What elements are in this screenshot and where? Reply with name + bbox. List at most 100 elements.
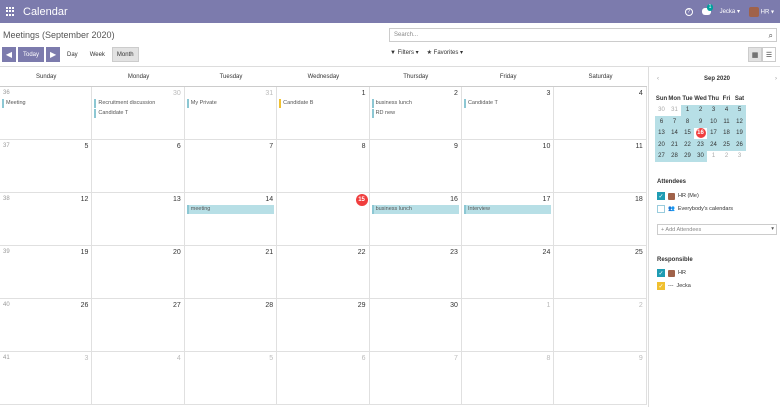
day-cell[interactable]: 8	[461, 352, 555, 405]
favorites-button[interactable]: ★ Favorites ▾	[427, 49, 463, 56]
day-cell[interactable]: 8	[277, 140, 370, 193]
day-cell[interactable]: 27	[92, 299, 185, 352]
day-cell[interactable]: 17 Interview	[461, 193, 555, 246]
day-cell[interactable]: 21	[184, 246, 278, 299]
help-icon[interactable]: ?	[684, 7, 693, 16]
day-button[interactable]: Day	[62, 47, 83, 62]
day-cell[interactable]: 23	[369, 246, 462, 299]
mini-day[interactable]: 21	[668, 139, 681, 151]
mini-day[interactable]: 20	[655, 139, 668, 151]
mini-day[interactable]: 28	[668, 150, 681, 162]
calendar-event[interactable]: Interview	[463, 205, 552, 214]
day-cell[interactable]: 20	[92, 246, 185, 299]
mini-day[interactable]: 3	[707, 104, 720, 116]
calendar-event[interactable]: My Private	[186, 99, 274, 108]
day-cell[interactable]: 36 Meeting	[0, 87, 93, 140]
mini-day[interactable]: 30	[655, 105, 668, 117]
day-cell[interactable]: 22	[277, 246, 370, 299]
day-cell[interactable]: 41 3	[0, 352, 93, 405]
day-cell[interactable]: 1	[461, 299, 555, 352]
day-cell[interactable]: 3 Candidate T	[461, 87, 555, 140]
checkbox-checked[interactable]: ✓	[657, 282, 665, 290]
mini-day[interactable]: 2	[720, 151, 733, 163]
day-cell[interactable]: 4	[554, 87, 647, 140]
mini-day[interactable]: 15	[681, 127, 694, 139]
day-cell[interactable]: 25	[554, 246, 647, 299]
mini-day[interactable]: 6	[655, 116, 668, 128]
responsible-jecka-row[interactable]: ✓ --- Jecka	[657, 282, 691, 290]
day-cell[interactable]: 9	[369, 140, 462, 193]
calendar-event[interactable]: meeting	[186, 205, 275, 214]
day-cell[interactable]: 11	[554, 140, 647, 193]
day-cell[interactable]: 16 business lunch	[369, 193, 462, 246]
mini-day[interactable]: 8	[681, 116, 694, 128]
mini-day[interactable]: 10	[707, 116, 720, 128]
day-cell[interactable]: 7	[184, 140, 278, 193]
calendar-event[interactable]: Candidate T	[463, 99, 551, 108]
mini-day[interactable]: 26	[733, 139, 746, 151]
mini-day[interactable]: 1	[707, 151, 720, 163]
day-cell[interactable]: 6	[277, 352, 370, 405]
mini-day[interactable]: 9	[694, 116, 707, 128]
day-cell[interactable]: 10	[461, 140, 555, 193]
chat-icon[interactable]: 1	[701, 4, 714, 15]
month-button[interactable]: Month	[111, 47, 139, 62]
mini-day[interactable]: 25	[720, 139, 733, 151]
calendar-event[interactable]: business lunch	[371, 99, 459, 108]
calendar-event[interactable]: Meeting	[2, 99, 89, 108]
mini-day[interactable]: 2	[694, 104, 707, 116]
list-view-icon[interactable]: ☰	[762, 47, 776, 62]
day-cell[interactable]: 28	[184, 299, 278, 352]
mini-day[interactable]: 29	[681, 150, 694, 162]
day-cell[interactable]: 18	[554, 193, 647, 246]
calendar-event[interactable]: business lunch	[371, 205, 459, 214]
day-cell[interactable]: 31 My Private	[184, 87, 278, 140]
today-button[interactable]: Today	[18, 47, 45, 62]
user-menu-jecka[interactable]: Jecka ▾	[720, 8, 740, 15]
mini-day[interactable]: 14	[668, 127, 681, 139]
day-cell[interactable]: 9	[554, 352, 647, 405]
calendar-event[interactable]: Candidate T	[94, 109, 181, 118]
responsible-hr-row[interactable]: ✓ HR	[657, 269, 686, 277]
mini-day[interactable]: 19	[733, 127, 746, 139]
attendee-everybody-row[interactable]: 👥 Everybody's calendars	[657, 205, 733, 213]
mini-day[interactable]: 27	[655, 150, 668, 162]
day-cell[interactable]: 14 meeting	[184, 193, 278, 246]
day-cell[interactable]: 39 19	[0, 246, 93, 299]
prev-button[interactable]: ◀	[2, 47, 16, 62]
mini-day[interactable]: 30	[694, 150, 707, 162]
day-cell[interactable]: 4	[92, 352, 185, 405]
mini-day[interactable]: 22	[681, 139, 694, 151]
day-cell[interactable]: 6	[92, 140, 185, 193]
mini-prev-icon[interactable]: ‹	[657, 76, 659, 82]
day-cell[interactable]: 40 26	[0, 299, 93, 352]
mini-next-icon[interactable]: ›	[775, 76, 777, 82]
attendee-me-row[interactable]: ✓ HR (Me)	[657, 192, 699, 200]
mini-day[interactable]: 7	[668, 116, 681, 128]
next-button[interactable]: ▶	[46, 47, 61, 62]
checkbox-checked[interactable]: ✓	[657, 269, 665, 277]
mini-day[interactable]: 31	[668, 105, 681, 117]
mini-day[interactable]: 3	[733, 151, 746, 163]
mini-day[interactable]: 16	[694, 128, 707, 140]
mini-day[interactable]: 12	[733, 116, 746, 128]
day-cell[interactable]: 2	[554, 299, 647, 352]
search-input[interactable]: Search... ⌕	[389, 28, 777, 42]
day-cell[interactable]: 29	[277, 299, 370, 352]
calendar-event[interactable]: Recruitment discussion	[94, 99, 181, 108]
day-cell[interactable]: 1 Candidate B	[277, 87, 370, 140]
mini-day[interactable]: 17	[707, 127, 720, 139]
mini-day[interactable]: 23	[694, 139, 707, 151]
checkbox-unchecked[interactable]	[657, 205, 665, 213]
day-cell[interactable]: 7	[369, 352, 462, 405]
search-icon[interactable]: ⌕	[769, 31, 773, 41]
day-cell[interactable]: 15	[277, 193, 370, 246]
day-cell[interactable]: 30 Recruitment discussion Candidate T	[92, 87, 185, 140]
mini-day[interactable]: 18	[720, 127, 733, 139]
calendar-event[interactable]: Candidate B	[279, 99, 366, 108]
mini-day[interactable]: 11	[720, 116, 733, 128]
day-cell[interactable]: 24	[461, 246, 555, 299]
day-cell[interactable]: 30	[369, 299, 462, 352]
calendar-view-icon[interactable]: ▦	[748, 47, 762, 62]
day-cell[interactable]: 2 business lunch RD new	[369, 87, 462, 140]
